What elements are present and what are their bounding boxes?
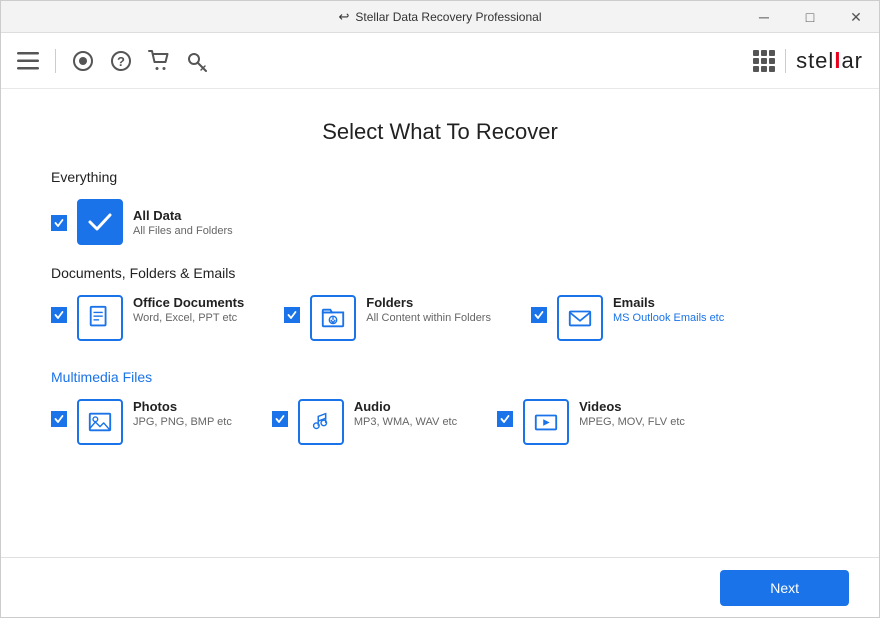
multimedia-section-title: Multimedia Files xyxy=(51,369,829,385)
videos-item: Videos MPEG, MOV, FLV etc xyxy=(497,399,685,445)
bottom-bar: Next xyxy=(1,557,879,617)
minimize-button[interactable]: ─ xyxy=(741,1,787,33)
everything-item: All Data All Files and Folders xyxy=(51,199,829,245)
videos-info: Videos MPEG, MOV, FLV etc xyxy=(579,399,685,428)
audio-desc: MP3, WMA, WAV etc xyxy=(354,416,457,428)
photos-icon-box xyxy=(77,399,123,445)
folders-info: Folders All Content within Folders xyxy=(366,295,491,324)
all-data-name: All Data xyxy=(133,208,233,223)
emails-desc: MS Outlook Emails etc xyxy=(613,312,724,324)
folders-name: Folders xyxy=(366,295,491,310)
help-icon[interactable]: ? xyxy=(110,50,132,72)
all-data-big-checkbox[interactable] xyxy=(77,199,123,245)
title-bar-controls: ─ □ ✕ xyxy=(741,1,879,33)
office-docs-icon-box xyxy=(77,295,123,341)
stellar-logo-text: stellar xyxy=(796,48,863,74)
emails-checkbox[interactable] xyxy=(531,307,547,323)
stellar-grid-icon xyxy=(753,50,775,72)
office-docs-info: Office Documents Word, Excel, PPT etc xyxy=(133,295,244,324)
everything-section-title: Everything xyxy=(51,169,829,185)
folders-icon-box xyxy=(310,295,356,341)
folders-item: Folders All Content within Folders xyxy=(284,295,491,341)
videos-icon-box xyxy=(523,399,569,445)
all-data-info: All Data All Files and Folders xyxy=(133,208,233,237)
main-content: Select What To Recover Everything All Da… xyxy=(1,89,879,559)
toolbar: ? stellar xyxy=(1,33,879,89)
svg-text:?: ? xyxy=(117,54,125,69)
logo-divider xyxy=(785,49,786,73)
folders-checkbox[interactable] xyxy=(284,307,300,323)
toolbar-left: ? xyxy=(17,49,208,73)
multimedia-section: Multimedia Files Photos JPG, PNG, BMP et… xyxy=(51,369,829,445)
documents-items-row: Office Documents Word, Excel, PPT etc xyxy=(51,295,829,341)
audio-item: Audio MP3, WMA, WAV etc xyxy=(272,399,457,445)
videos-checkbox[interactable] xyxy=(497,411,513,427)
close-button[interactable]: ✕ xyxy=(833,1,879,33)
office-docs-name: Office Documents xyxy=(133,295,244,310)
menu-icon[interactable] xyxy=(17,52,39,70)
key-icon[interactable] xyxy=(186,50,208,72)
toolbar-divider xyxy=(55,49,56,73)
title-back-icon: ↩ xyxy=(339,9,350,25)
emails-item: Emails MS Outlook Emails etc xyxy=(531,295,724,341)
audio-name: Audio xyxy=(354,399,457,414)
documents-section: Documents, Folders & Emails Office Docum xyxy=(51,265,829,341)
title-bar: ↩ Stellar Data Recovery Professional ─ □… xyxy=(1,1,879,33)
photos-info: Photos JPG, PNG, BMP etc xyxy=(133,399,232,428)
documents-section-title: Documents, Folders & Emails xyxy=(51,265,829,281)
office-docs-item: Office Documents Word, Excel, PPT etc xyxy=(51,295,244,341)
photos-item: Photos JPG, PNG, BMP etc xyxy=(51,399,232,445)
folders-desc: All Content within Folders xyxy=(366,312,491,324)
all-data-small-checkbox[interactable] xyxy=(51,215,67,231)
page-title: Select What To Recover xyxy=(51,119,829,145)
audio-icon-box xyxy=(298,399,344,445)
cart-icon[interactable] xyxy=(148,50,170,72)
emails-info: Emails MS Outlook Emails etc xyxy=(613,295,724,324)
all-data-desc: All Files and Folders xyxy=(133,225,233,237)
title-bar-text: ↩ Stellar Data Recovery Professional xyxy=(339,9,542,25)
restore-button[interactable]: □ xyxy=(787,1,833,33)
photos-desc: JPG, PNG, BMP etc xyxy=(133,416,232,428)
photos-name: Photos xyxy=(133,399,232,414)
videos-desc: MPEG, MOV, FLV etc xyxy=(579,416,685,428)
next-button[interactable]: Next xyxy=(720,570,849,606)
app-title: Stellar Data Recovery Professional xyxy=(355,10,541,24)
office-docs-checkbox[interactable] xyxy=(51,307,67,323)
office-docs-desc: Word, Excel, PPT etc xyxy=(133,312,244,324)
history-icon[interactable] xyxy=(72,50,94,72)
audio-checkbox[interactable] xyxy=(272,411,288,427)
emails-name: Emails xyxy=(613,295,724,310)
toolbar-right: stellar xyxy=(753,48,863,74)
photos-checkbox[interactable] xyxy=(51,411,67,427)
multimedia-items-row: Photos JPG, PNG, BMP etc xyxy=(51,399,829,445)
everything-section: Everything All Data All Files and Folder… xyxy=(51,169,829,245)
videos-name: Videos xyxy=(579,399,685,414)
emails-icon-box xyxy=(557,295,603,341)
audio-info: Audio MP3, WMA, WAV etc xyxy=(354,399,457,428)
